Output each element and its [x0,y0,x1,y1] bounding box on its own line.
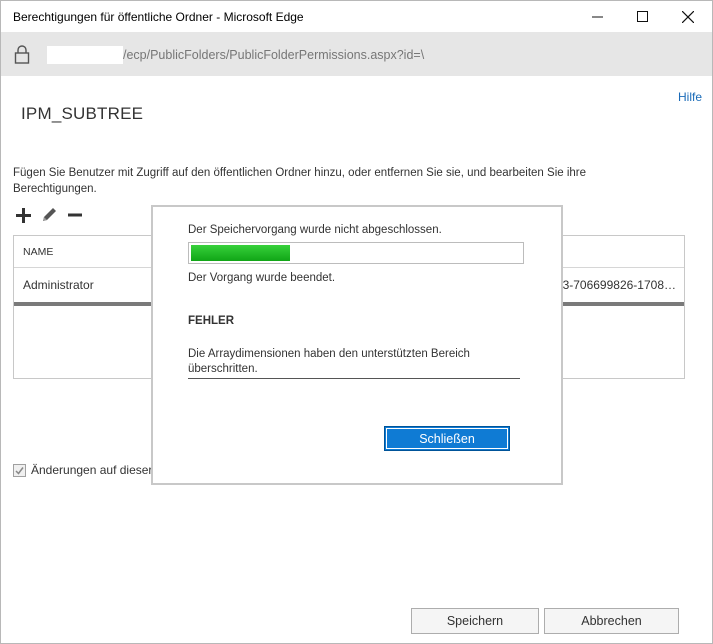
add-button[interactable] [13,205,33,225]
error-message: Die Arraydimensionen haben den unterstüt… [188,347,520,379]
minimize-icon [591,16,603,18]
cancel-button[interactable]: Abbrechen [544,608,679,634]
close-icon [682,10,694,23]
save-button[interactable]: Speichern [411,608,539,634]
title-bar: Berechtigungen für öffentliche Ordner - … [1,1,712,32]
remove-button[interactable] [65,205,85,225]
page-title: IPM_SUBTREE [21,104,144,123]
toolbar [13,204,85,226]
checkbox-label: Änderungen auf dieser [31,463,153,477]
address-bar[interactable]: /ecp/PublicFolders/PublicFolderPermissio… [1,32,712,76]
cell-user-name: Administrator [23,278,94,292]
progress-bar [188,242,524,264]
error-heading: FEHLER [188,315,234,327]
lock-icon [14,45,30,64]
checkmark-icon [15,466,24,475]
close-window-button[interactable] [665,1,711,32]
edit-icon [43,208,56,221]
maximize-icon [636,11,648,22]
error-dialog: Der Speichervorgang wurde nicht abgeschl… [151,205,563,485]
window-title: Berechtigungen für öffentliche Ordner - … [13,10,304,24]
cell-sid: 63-706699826-1708… [555,278,676,292]
dialog-complete-text: Der Vorgang wurde beendet. [188,272,336,284]
minimize-button[interactable] [574,1,620,32]
url-text: /ecp/PublicFolders/PublicFolderPermissio… [123,48,425,62]
page-description: Fügen Sie Benutzer mit Zugriff auf den ö… [13,167,587,195]
close-dialog-button[interactable]: Schließen [384,426,510,451]
redacted-host [47,46,123,64]
help-link[interactable]: Hilfe [678,90,702,104]
progress-fill [191,245,290,261]
apply-subfolders-option: Änderungen auf dieser [13,463,152,477]
dialog-status-text: Der Speichervorgang wurde nicht abgeschl… [188,224,442,236]
maximize-button[interactable] [619,1,665,32]
remove-icon [68,213,82,217]
apply-subfolders-checkbox[interactable] [13,463,26,477]
add-icon [15,207,31,223]
column-header-name[interactable]: NAME [23,246,53,258]
edit-button[interactable] [39,205,59,225]
